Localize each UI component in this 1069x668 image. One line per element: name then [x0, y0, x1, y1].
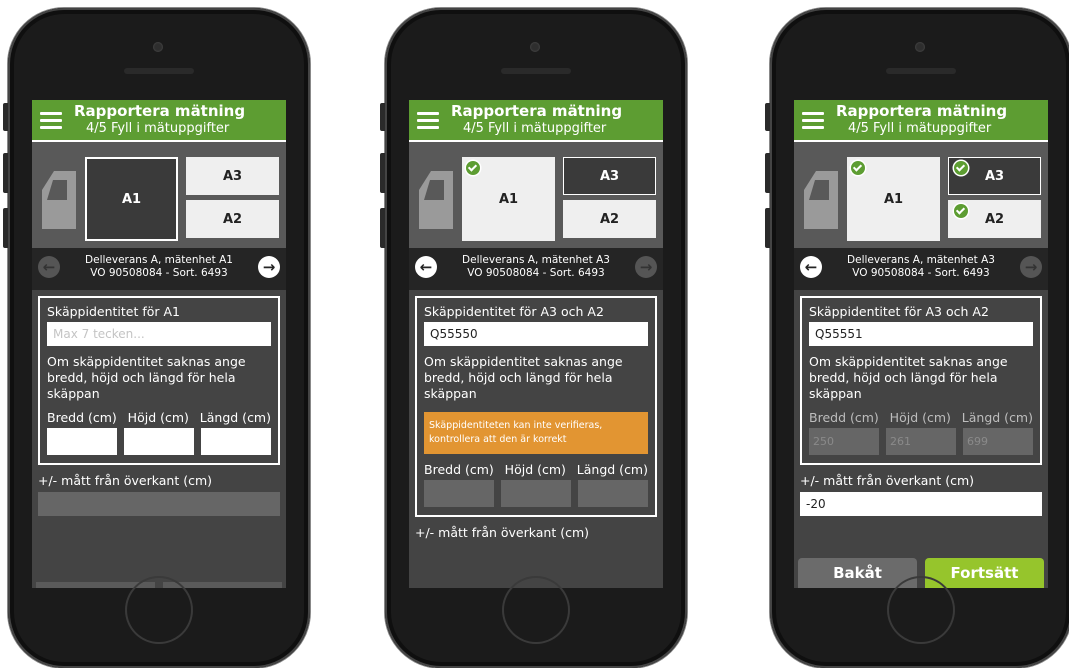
previous-unit-arrow-icon[interactable]: ← [415, 256, 437, 278]
home-button[interactable] [889, 578, 953, 642]
back-button[interactable]: Bakåt [798, 558, 917, 588]
phone-frame-3: Rapportera mätning 4/5 Fyll i mätuppgift… [765, 8, 1069, 668]
page-title: Rapportera mätning [836, 102, 1008, 120]
delivery-unit-text: Delleverans A, mätenhet A3 [847, 254, 995, 266]
identity-label: Skäppidentitet för A3 och A2 [424, 304, 604, 319]
order-sort-text: VO 90508084 - Sort. 6493 [852, 267, 990, 279]
height-label: Höjd (cm) [127, 410, 189, 425]
measurement-panel: Skäppidentitet för A3 och A2 Q55550 Om s… [415, 296, 657, 517]
identity-label: Skäppidentitet för A3 och A2 [809, 304, 989, 319]
identity-help-text: Om skäppidentitet saknas ange bredd, höj… [47, 354, 246, 401]
camera-icon [915, 42, 925, 52]
width-input[interactable]: 250 [809, 428, 879, 455]
unit-navigation-bar: ← Delleverans A, mätenhet A3 VO 90508084… [794, 248, 1048, 290]
app-header: Rapportera mätning 4/5 Fyll i mätuppgift… [794, 100, 1048, 142]
truck-door-icon [419, 171, 453, 229]
hamburger-menu-icon[interactable] [802, 111, 824, 129]
identity-help-text: Om skäppidentitet saknas ange bredd, höj… [809, 354, 1008, 401]
offset-input[interactable]: -20 [800, 492, 1042, 516]
app-header: Rapportera mätning 4/5 Fyll i mätuppgift… [409, 100, 663, 142]
length-label: Längd (cm) [961, 410, 1033, 425]
width-label: Bredd (cm) [47, 410, 117, 425]
order-sort-text: VO 90508084 - Sort. 6493 [90, 267, 228, 279]
measurement-panel: Skäppidentitet för A1 Max 7 tecken... Om… [38, 296, 280, 465]
identity-label: Skäppidentitet för A1 [47, 304, 181, 319]
height-input[interactable]: 261 [886, 428, 956, 455]
height-input[interactable] [501, 480, 571, 507]
length-label: Längd (cm) [199, 410, 271, 425]
page-title: Rapportera mätning [74, 102, 246, 120]
length-label: Längd (cm) [576, 462, 648, 477]
length-input[interactable]: 699 [963, 428, 1033, 455]
continue-button[interactable]: Fortsätt [925, 558, 1044, 588]
length-input[interactable] [201, 428, 271, 455]
previous-unit-arrow-icon[interactable]: ← [38, 256, 60, 278]
zone-a1-check-icon [466, 161, 480, 175]
truck-door-icon [42, 171, 76, 229]
verification-warning: Skäppidentiteten kan inte verifieras, ko… [424, 412, 648, 454]
measurement-panel: Skäppidentitet för A3 och A2 Q55551 Om s… [800, 296, 1042, 465]
offset-input[interactable] [38, 492, 280, 516]
step-subtitle: 4/5 Fyll i mätuppgifter [463, 121, 607, 136]
order-sort-text: VO 90508084 - Sort. 6493 [467, 267, 605, 279]
truck-door-icon [804, 171, 838, 229]
height-label: Höjd (cm) [504, 462, 566, 477]
previous-unit-arrow-icon[interactable]: ← [800, 256, 822, 278]
hamburger-menu-icon[interactable] [40, 111, 62, 129]
camera-icon [530, 42, 540, 52]
camera-icon [153, 42, 163, 52]
zone-a3-check-icon [954, 161, 968, 175]
zone-selector: A1 A3 A2 [32, 142, 286, 248]
delivery-unit-text: Delleverans A, mätenhet A1 [85, 254, 233, 266]
zone-a3-button[interactable]: A3 [186, 157, 279, 195]
zone-a1-button[interactable]: A1 [85, 157, 178, 241]
offset-label: +/- mått från överkant (cm) [800, 473, 975, 488]
identity-help-text: Om skäppidentitet saknas ange bredd, höj… [424, 354, 623, 401]
earpiece [501, 68, 571, 74]
zone-selector: A1 A3 A2 [794, 142, 1048, 248]
next-unit-arrow-icon[interactable]: → [635, 256, 657, 278]
height-input[interactable] [124, 428, 194, 455]
identity-input[interactable]: Q55551 [809, 322, 1033, 346]
app-header: Rapportera mätning 4/5 Fyll i mätuppgift… [32, 100, 286, 142]
app-screen-1: Rapportera mätning 4/5 Fyll i mätuppgift… [32, 100, 286, 588]
identity-input[interactable]: Max 7 tecken... [47, 322, 271, 346]
zone-a2-check-icon [954, 204, 968, 218]
width-input[interactable] [424, 480, 494, 507]
home-button[interactable] [127, 578, 191, 642]
step-subtitle: 4/5 Fyll i mätuppgifter [848, 121, 992, 136]
step-subtitle: 4/5 Fyll i mätuppgifter [86, 121, 230, 136]
zone-a2-button[interactable]: A2 [563, 200, 656, 238]
delivery-unit-text: Delleverans A, mätenhet A3 [462, 254, 610, 266]
app-screen-3: Rapportera mätning 4/5 Fyll i mätuppgift… [794, 100, 1048, 588]
earpiece [886, 68, 956, 74]
zone-a3-button[interactable]: A3 [563, 157, 656, 195]
offset-label: +/- mått från överkant (cm) [415, 525, 590, 540]
hamburger-menu-icon[interactable] [417, 111, 439, 129]
zone-a2-button[interactable]: A2 [186, 200, 279, 238]
identity-input[interactable]: Q55550 [424, 322, 648, 346]
next-unit-arrow-icon[interactable]: → [258, 256, 280, 278]
width-label: Bredd (cm) [424, 462, 494, 477]
width-label: Bredd (cm) [809, 410, 879, 425]
width-input[interactable] [47, 428, 117, 455]
zone-selector: A1 A3 A2 [409, 142, 663, 248]
length-input[interactable] [578, 480, 648, 507]
zone-a1-check-icon [851, 161, 865, 175]
home-button[interactable] [504, 578, 568, 642]
phone-frame-1: Rapportera mätning 4/5 Fyll i mätuppgift… [3, 8, 310, 668]
earpiece [124, 68, 194, 74]
offset-label: +/- mått från överkant (cm) [38, 473, 213, 488]
next-unit-arrow-icon[interactable]: → [1020, 256, 1042, 278]
unit-navigation-bar: ← Delleverans A, mätenhet A3 VO 90508084… [409, 248, 663, 290]
page-title: Rapportera mätning [451, 102, 623, 120]
unit-navigation-bar: ← Delleverans A, mätenhet A1 VO 90508084… [32, 248, 286, 290]
phone-frame-2: Rapportera mätning 4/5 Fyll i mätuppgift… [380, 8, 687, 668]
app-screen-2: Rapportera mätning 4/5 Fyll i mätuppgift… [409, 100, 663, 588]
height-label: Höjd (cm) [889, 410, 951, 425]
